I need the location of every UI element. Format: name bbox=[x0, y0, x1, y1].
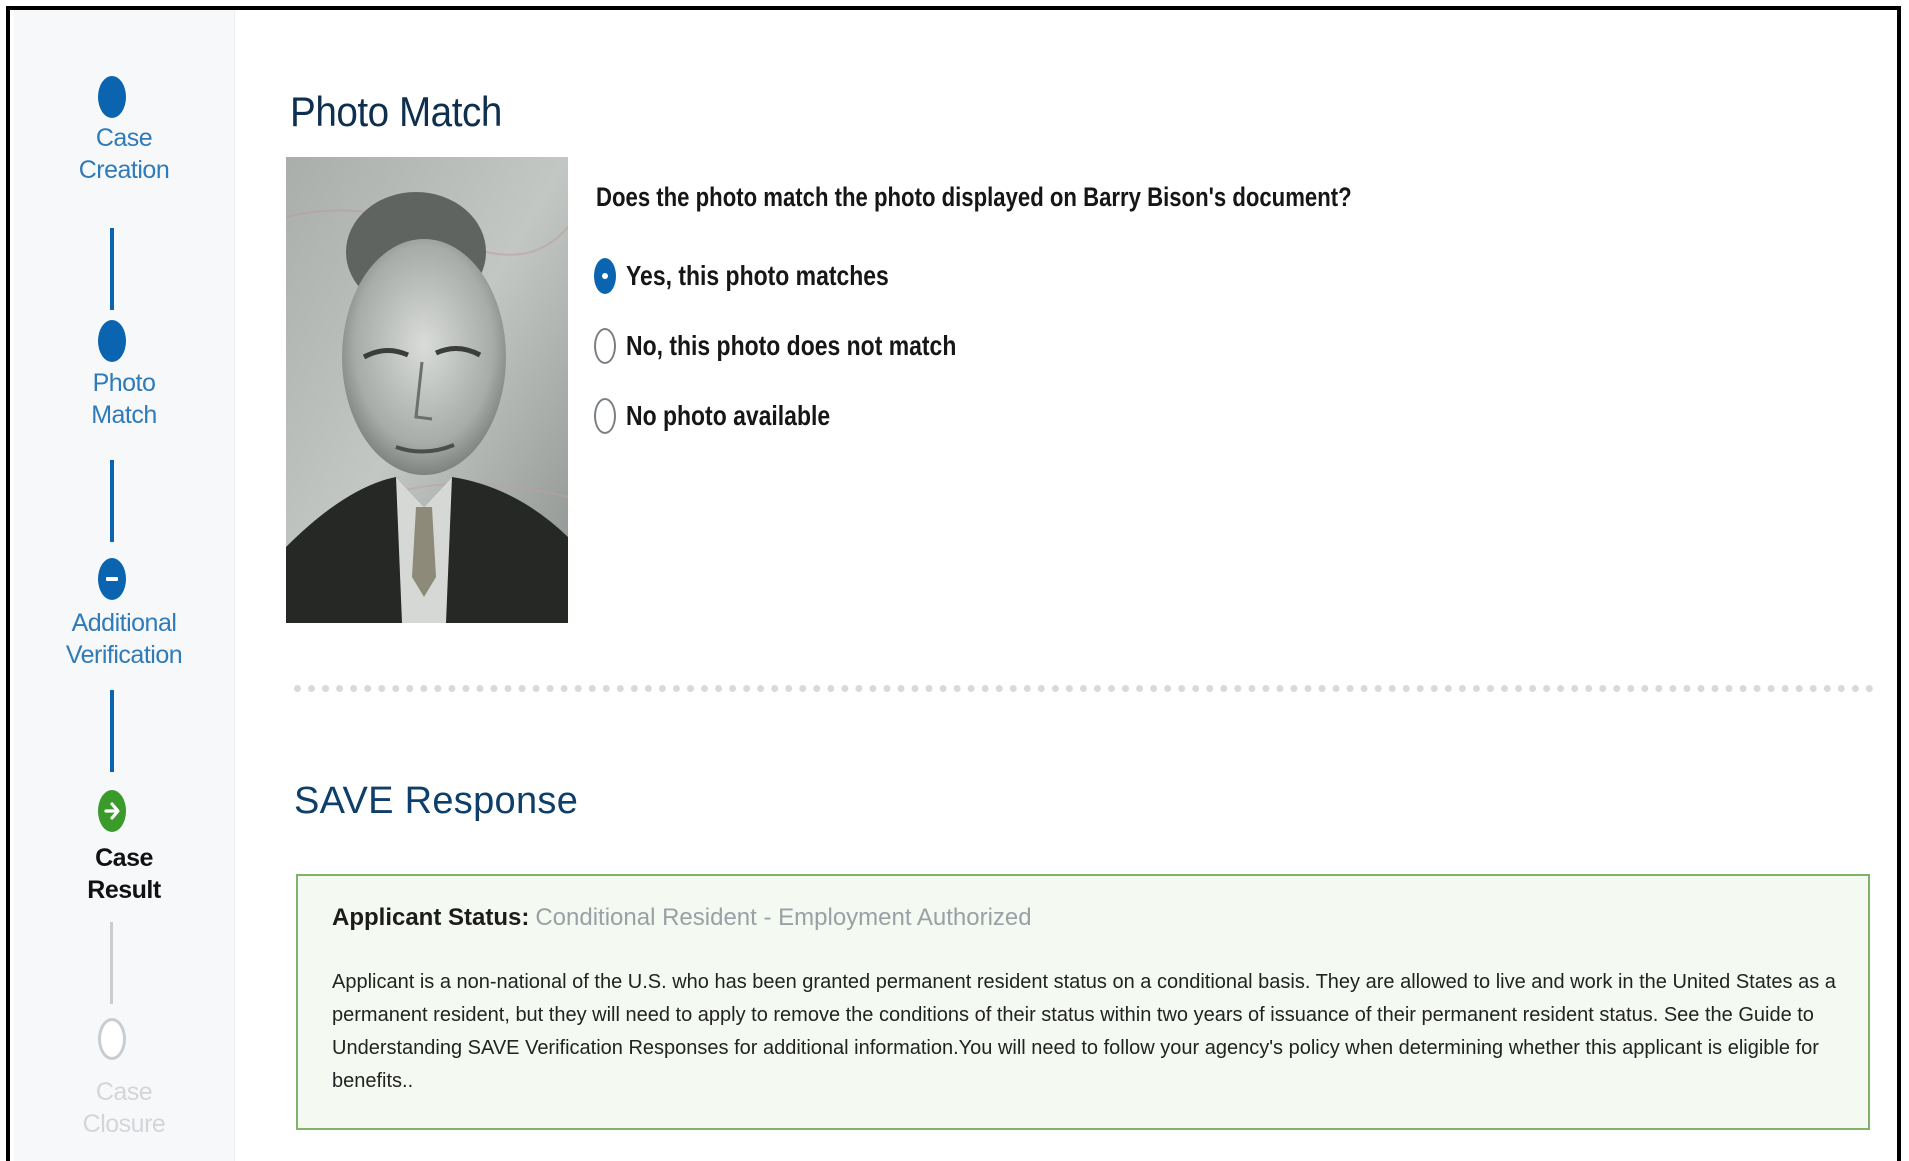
app-window: Case Creation Photo Match Additional Ver… bbox=[6, 6, 1901, 1161]
step-label-line2: Creation bbox=[78, 156, 170, 184]
arrow-right-circle-icon bbox=[98, 790, 126, 832]
step-complete-icon bbox=[98, 320, 126, 362]
step-label-line2: Match bbox=[91, 401, 157, 429]
minus-circle-icon bbox=[98, 558, 126, 600]
portrait-image bbox=[286, 157, 568, 623]
radio-unselected-icon[interactable] bbox=[594, 328, 616, 364]
step-connector bbox=[110, 690, 114, 772]
option-photo-matches[interactable]: Yes, this photo matches bbox=[594, 256, 947, 296]
option-no-photo[interactable]: No photo available bbox=[594, 396, 875, 436]
photo-match-question: Does the photo match the photo displayed… bbox=[596, 182, 1352, 212]
save-response-panel: Applicant Status: Conditional Resident - … bbox=[296, 874, 1870, 1130]
step-label-line2: Closure bbox=[82, 1110, 166, 1138]
applicant-status: Applicant Status: Conditional Resident - … bbox=[332, 904, 1032, 932]
step-connector bbox=[110, 460, 114, 542]
radio-unselected-icon[interactable] bbox=[594, 398, 616, 434]
step-connector bbox=[110, 228, 114, 310]
arrow-right-icon bbox=[104, 802, 120, 820]
empty-circle-icon bbox=[98, 1018, 126, 1060]
applicant-photo bbox=[286, 157, 568, 623]
status-label: Applicant Status: bbox=[332, 904, 530, 931]
step-label-line1: Case bbox=[95, 124, 153, 152]
step-label-line1: Case bbox=[95, 1078, 153, 1106]
step-label-line1: Case bbox=[95, 844, 153, 872]
step-label-line2: Verification bbox=[65, 641, 183, 669]
page-title: Photo Match bbox=[290, 88, 502, 135]
step-photo-match[interactable]: Photo Match bbox=[14, 367, 234, 431]
step-additional-verification[interactable]: Additional Verification bbox=[14, 607, 234, 671]
step-label-line2: Result bbox=[87, 876, 161, 904]
step-case-result[interactable]: Case Result bbox=[14, 842, 234, 906]
radio-selected-icon[interactable] bbox=[594, 258, 616, 294]
status-description: Applicant is a non-national of the U.S. … bbox=[332, 971, 1836, 1092]
option-photo-not-match[interactable]: No, this photo does not match bbox=[594, 326, 1029, 366]
option-label: No photo available bbox=[626, 400, 831, 431]
save-response-title: SAVE Response bbox=[294, 780, 579, 822]
section-divider bbox=[294, 685, 1874, 692]
step-connector bbox=[110, 922, 113, 1004]
progress-stepper: Case Creation Photo Match Additional Ver… bbox=[14, 10, 235, 1161]
option-label: Yes, this photo matches bbox=[626, 260, 889, 291]
step-case-closure: Case Closure bbox=[14, 1076, 234, 1140]
step-label-line1: Additional bbox=[71, 609, 177, 637]
option-label: No, this photo does not match bbox=[626, 330, 957, 361]
step-complete-icon bbox=[98, 76, 126, 118]
status-value: Conditional Resident - Employment Author… bbox=[535, 904, 1032, 931]
step-case-creation[interactable]: Case Creation bbox=[14, 122, 234, 186]
step-label-line1: Photo bbox=[92, 369, 156, 397]
